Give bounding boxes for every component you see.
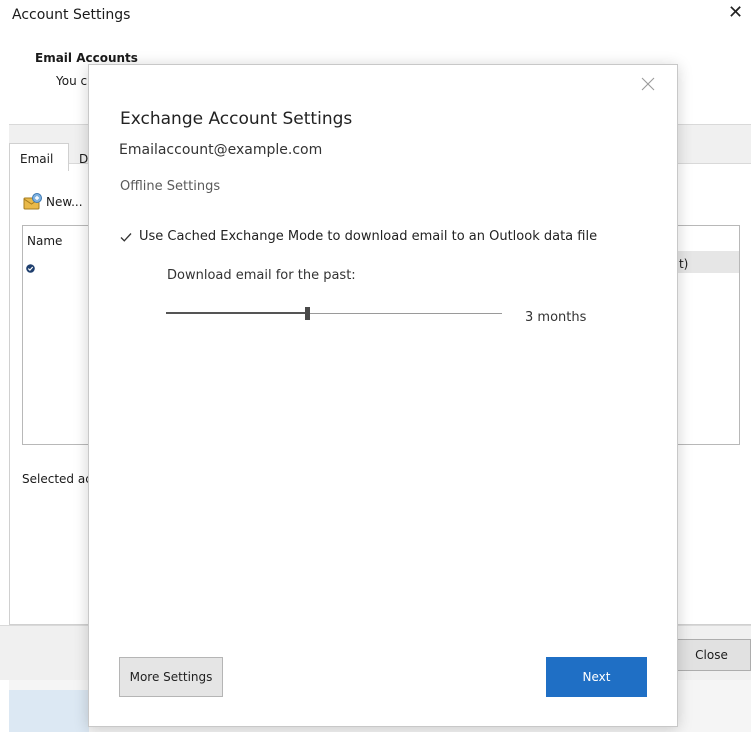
offline-settings-label: Offline Settings — [120, 179, 221, 194]
cached-mode-checkbox[interactable]: Use Cached Exchange Mode to download ema… — [119, 227, 597, 245]
window-title: Account Settings — [12, 7, 131, 23]
check-circle-icon — [26, 258, 35, 273]
download-period-slider[interactable] — [166, 307, 502, 321]
next-button[interactable]: Next — [546, 657, 647, 697]
selected-account-text: Selected ac — [22, 472, 92, 486]
account-email: Emailaccount@example.com — [119, 142, 323, 158]
slider-fill — [166, 312, 307, 314]
dialog-title: Exchange Account Settings — [120, 109, 353, 129]
close-button[interactable]: Close — [672, 639, 751, 671]
tab-email[interactable]: Email — [9, 143, 69, 171]
download-period-value: 3 months — [525, 310, 587, 325]
lower-strip-accent — [9, 690, 89, 732]
new-account-label: New... — [46, 195, 83, 209]
new-account-button[interactable]: New... — [22, 191, 83, 213]
email-accounts-description: You c — [56, 74, 88, 88]
checkmark-icon[interactable] — [119, 229, 133, 243]
close-icon[interactable] — [640, 76, 656, 92]
tab-data-files[interactable]: D — [79, 152, 88, 166]
new-account-icon — [22, 192, 44, 212]
cached-mode-label: Use Cached Exchange Mode to download ema… — [139, 228, 598, 244]
email-accounts-heading: Email Accounts — [35, 51, 138, 65]
window-close-icon[interactable]: ✕ — [728, 4, 743, 22]
slider-thumb[interactable] — [305, 307, 310, 320]
more-settings-button[interactable]: More Settings — [119, 657, 223, 697]
download-period-label: Download email for the past: — [167, 268, 356, 283]
exchange-account-settings-dialog: Exchange Account Settings Emailaccount@e… — [88, 64, 678, 727]
